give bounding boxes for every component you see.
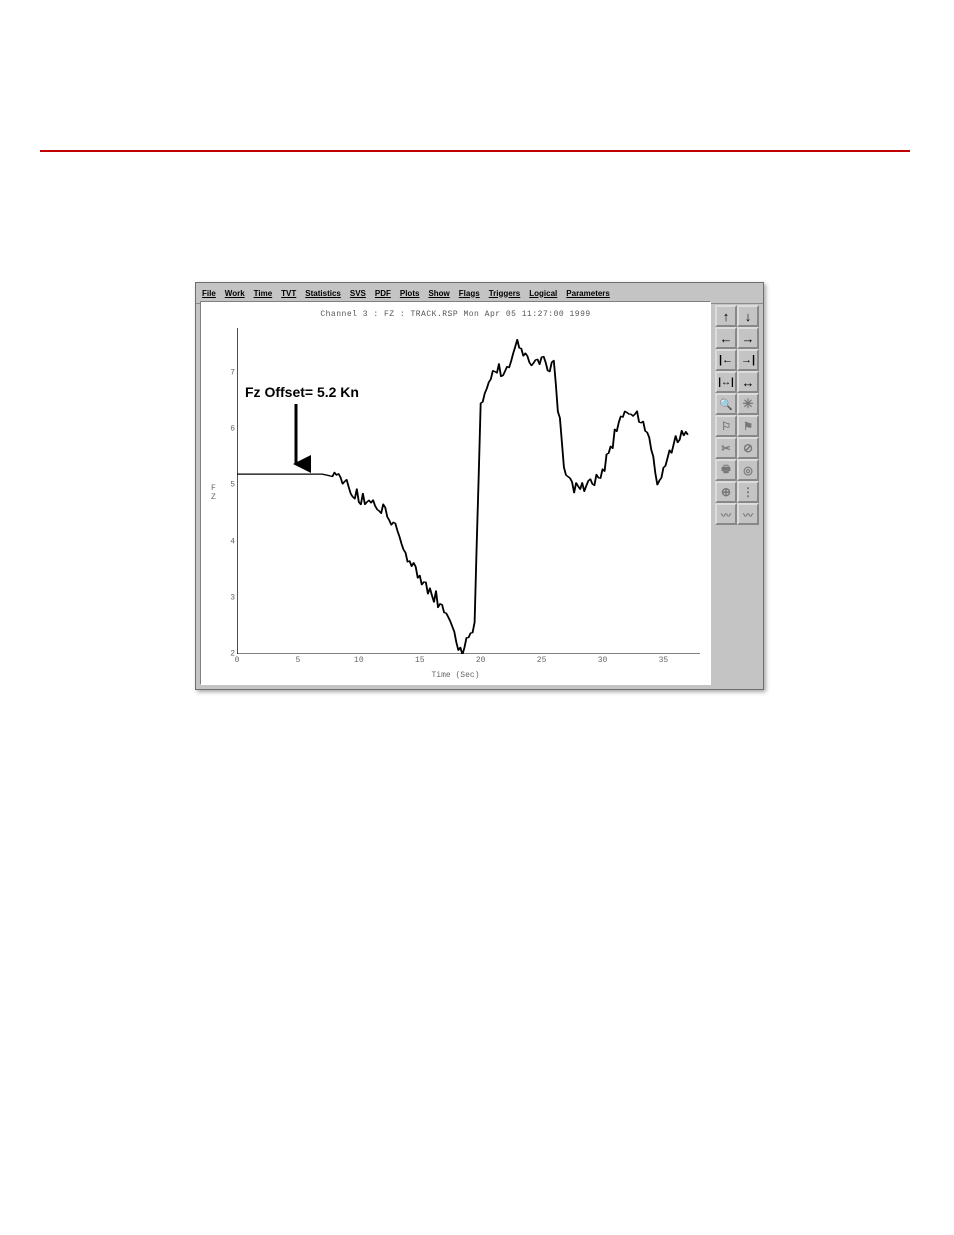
wave-icon[interactable]: 〰 — [715, 503, 737, 525]
menu-file[interactable]: File — [202, 289, 216, 298]
y-tick: 3 — [230, 593, 235, 602]
dots-vertical-icon[interactable]: ⋮ — [737, 481, 759, 503]
menu-triggers[interactable]: Triggers — [489, 289, 521, 298]
flag-left-icon[interactable]: ⚐ — [715, 415, 737, 437]
x-tick: 10 — [354, 656, 364, 665]
y-tick: 4 — [230, 537, 235, 546]
x-tick: 25 — [537, 656, 547, 665]
plot-area: 234567 05101520253035 — [237, 328, 700, 654]
menu-statistics[interactable]: Statistics — [305, 289, 341, 298]
asterisk-icon[interactable]: ✳ — [737, 393, 759, 415]
offset-annotation: Fz Offset= 5.2 Kn — [245, 384, 359, 400]
menu-work[interactable]: Work — [225, 289, 245, 298]
y-ticks: 234567 — [221, 328, 235, 654]
target-icon[interactable]: ⊕ — [715, 481, 737, 503]
plot-title: Channel 3 : FZ : TRACK.RSP Mon Apr 05 11… — [201, 310, 710, 319]
x-tick: 30 — [598, 656, 608, 665]
menu-time[interactable]: Time — [254, 289, 273, 298]
header-rule — [40, 150, 910, 152]
fit-both-icon[interactable]: ↔ — [737, 371, 759, 393]
arrow-down-icon[interactable]: ↓ — [737, 305, 759, 327]
arrow-up-icon[interactable]: ↑ — [715, 305, 737, 327]
cut-icon[interactable]: ✂ — [715, 437, 737, 459]
menu-svs[interactable]: SVS — [350, 289, 366, 298]
x-ticks: 0 5 10 15 20 25 30 35 — [237, 656, 700, 668]
x-tick: 15 — [415, 656, 425, 665]
x-axis-label: Time (Sec) — [201, 671, 710, 680]
menu-parameters[interactable]: Parameters — [566, 289, 610, 298]
go-end-icon[interactable]: →| — [737, 349, 759, 371]
menu-tvt[interactable]: TVT — [281, 289, 296, 298]
toolbar: ↑ ↓ ← → |← →| |↔| ↔ 🔍 ✳ ⚐ ⚑ ✂ ⊘ 🖶 ◎ ⊕ ⋮ … — [715, 305, 759, 525]
fit-horizontal-icon[interactable]: |↔| — [715, 371, 737, 393]
x-tick: 0 — [235, 656, 240, 665]
annotation-arrow-icon — [281, 404, 311, 474]
go-start-icon[interactable]: |← — [715, 349, 737, 371]
x-tick: 5 — [296, 656, 301, 665]
y-axis-label: FZ — [211, 484, 216, 502]
x-tick: 35 — [659, 656, 669, 665]
arrow-left-icon[interactable]: ← — [715, 327, 737, 349]
menu-flags[interactable]: Flags — [459, 289, 480, 298]
line-chart — [237, 328, 700, 654]
app-window: File Work Time TVT Statistics SVS PDF Pl… — [195, 282, 764, 690]
plot-client: Channel 3 : FZ : TRACK.RSP Mon Apr 05 11… — [200, 301, 711, 685]
y-tick: 5 — [230, 481, 235, 490]
disk-icon[interactable]: ◎ — [737, 459, 759, 481]
y-tick: 6 — [230, 425, 235, 434]
menu-show[interactable]: Show — [428, 289, 449, 298]
print-icon[interactable]: 🖶 — [715, 459, 737, 481]
wave-2-icon[interactable]: 〰 — [737, 503, 759, 525]
arrow-right-icon[interactable]: → — [737, 327, 759, 349]
magnify-icon[interactable]: 🔍 — [715, 393, 737, 415]
menu-logical[interactable]: Logical — [529, 289, 557, 298]
x-tick: 20 — [476, 656, 486, 665]
no-entry-icon[interactable]: ⊘ — [737, 437, 759, 459]
menu-plots[interactable]: Plots — [400, 289, 420, 298]
menu-pdf[interactable]: PDF — [375, 289, 391, 298]
flag-right-icon[interactable]: ⚑ — [737, 415, 759, 437]
y-tick: 7 — [230, 368, 235, 377]
